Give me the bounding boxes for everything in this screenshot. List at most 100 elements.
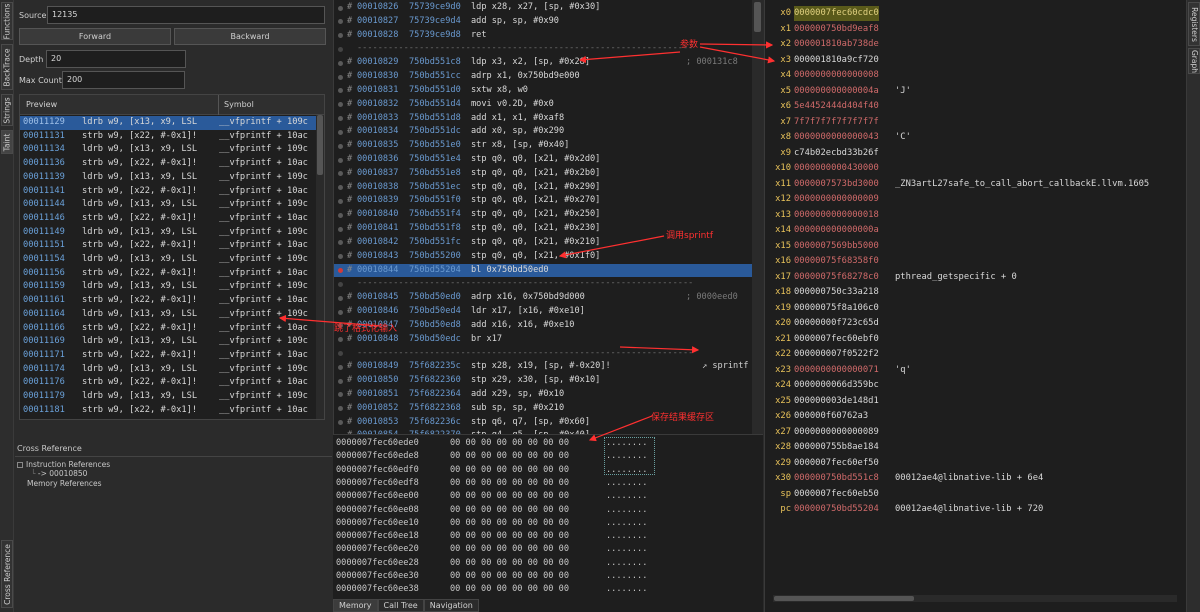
- disasm-row[interactable]: #00010838 750bd551ec stp q0, q0, [x21, #0x…: [334, 181, 752, 195]
- register-row-x0[interactable]: x0 0000007fec60cdc0: [765, 6, 1185, 21]
- register-row-x26[interactable]: x26 000000f60762a3: [765, 409, 1185, 424]
- register-row-x6[interactable]: x6 5e4452444d404f40: [765, 99, 1185, 114]
- disasm-row[interactable]: #00010830 750bd551cc adrp x1, 0x750bd9e000: [334, 70, 752, 84]
- breakpoint-dot-icon[interactable]: [338, 420, 343, 426]
- tab-registers[interactable]: Registers: [1188, 2, 1200, 46]
- breakpoint-dot-icon[interactable]: [338, 157, 343, 163]
- register-row-x15[interactable]: x15 0000007569bb5000: [765, 239, 1185, 254]
- register-row-x1[interactable]: x1 000000750bd9eaf8: [765, 22, 1185, 37]
- column-symbol[interactable]: Symbol: [224, 100, 254, 109]
- breakpoint-dot-icon[interactable]: [338, 295, 343, 301]
- breakpoint-dot-icon[interactable]: [338, 74, 343, 80]
- breakpoint-dot-icon[interactable]: [338, 102, 343, 108]
- register-value[interactable]: 00000075f68358f0: [794, 254, 879, 269]
- breakpoint-dot-icon[interactable]: [338, 143, 343, 149]
- memory-row[interactable]: 0000007fec60edf0 00 00 00 00 00 00 00 00.…: [336, 464, 756, 476]
- tab-cross-reference[interactable]: Cross Reference: [1, 540, 13, 608]
- disasm-row[interactable]: #00010849 75f682235c stp x28, x19, [sp, #-…: [334, 360, 752, 374]
- max-count-input[interactable]: 200: [62, 71, 185, 89]
- register-value[interactable]: 0000000066d359bc: [794, 378, 879, 393]
- trace-row[interactable]: 00011149 ldrb w9, [x13, x9, LSL __vfprintf…: [20, 226, 324, 240]
- trace-row[interactable]: 00011141 strb w9, [x22, #-0x1]! __vfprintf…: [20, 185, 324, 199]
- register-row-x28[interactable]: x28 000000755b8ae184: [765, 440, 1185, 455]
- register-value[interactable]: 0000007fec60ef50: [794, 456, 879, 471]
- trace-row[interactable]: 00011154 ldrb w9, [x13, x9, LSL __vfprintf…: [20, 253, 324, 267]
- register-row-x22[interactable]: x22 000000007f0522f2: [765, 347, 1185, 362]
- register-value[interactable]: 0000007fec60ebf0: [794, 332, 879, 347]
- disassembly-scroll-thumb[interactable]: [754, 2, 761, 32]
- register-row-sp[interactable]: sp 0000007fec60eb50: [765, 487, 1185, 502]
- forward-button[interactable]: Forward: [19, 28, 171, 45]
- register-value[interactable]: 0000007573bd3000: [794, 177, 879, 192]
- breakpoint-dot-icon[interactable]: [338, 88, 343, 94]
- register-value[interactable]: 000000007f0522f2: [794, 347, 879, 362]
- breakpoint-dot-icon[interactable]: [338, 268, 343, 274]
- disasm-row[interactable]: #00010829 750bd551c8 ldp x3, x2, [sp, #0x2…: [334, 56, 752, 70]
- breakpoint-dot-icon[interactable]: [338, 406, 343, 412]
- register-row-x17[interactable]: x17 00000075f68278c0 pthread_getspecific +…: [765, 270, 1185, 285]
- register-value[interactable]: 0000000000000089: [794, 425, 879, 440]
- register-value[interactable]: 0000000000000071: [794, 363, 879, 378]
- memory-row[interactable]: 0000007fec60ee28 00 00 00 00 00 00 00 00.…: [336, 557, 756, 569]
- backward-button[interactable]: Backward: [174, 28, 326, 45]
- tab-call-tree[interactable]: Call Tree: [377, 599, 424, 612]
- trace-row[interactable]: 00011164 ldrb w9, [x13, x9, LSL __vfprintf…: [20, 308, 324, 322]
- breakpoint-dot-icon[interactable]: [338, 19, 343, 25]
- disasm-row[interactable]: #00010836 750bd551e4 stp q0, q0, [x21, #0x…: [334, 153, 752, 167]
- collapse-box-icon[interactable]: [17, 462, 23, 468]
- trace-row[interactable]: 00011159 ldrb w9, [x13, x9, LSL __vfprintf…: [20, 280, 324, 294]
- source-input[interactable]: 12135: [47, 6, 325, 24]
- register-row-x7[interactable]: x7 7f7f7f7f7f7f7f7f: [765, 115, 1185, 130]
- register-value[interactable]: 0000007fec60cdc0: [794, 6, 879, 21]
- disasm-row[interactable]: #00010831 750bd551d0 sxtw x8, w0: [334, 84, 752, 98]
- depth-input[interactable]: 20: [46, 50, 186, 68]
- breakpoint-dot-icon[interactable]: [338, 129, 343, 135]
- trace-row[interactable]: 00011174 ldrb w9, [x13, x9, LSL __vfprintf…: [20, 363, 324, 377]
- register-row-x29[interactable]: x29 0000007fec60ef50: [765, 456, 1185, 471]
- disasm-row[interactable]: #00010846 750bd50ed4 ldr x17, [x16, #0xe10…: [334, 305, 752, 319]
- disasm-row[interactable]: #00010844 750bd55204 bl 0x750bd50ed0: [334, 263, 752, 278]
- registers-h-scroll-thumb[interactable]: [774, 596, 914, 601]
- disassembly-view[interactable]: #00010826 75739ce9d0 ldp x28, x27, [sp, #0…: [333, 0, 763, 434]
- trace-row[interactable]: 00011144 ldrb w9, [x13, x9, LSL __vfprintf…: [20, 198, 324, 212]
- register-row-x4[interactable]: x4 0000000000000008: [765, 68, 1185, 83]
- register-value[interactable]: 0000007569bb5000: [794, 239, 879, 254]
- register-value[interactable]: 000000750c33a218: [794, 285, 879, 300]
- breakpoint-dot-icon[interactable]: [338, 364, 343, 370]
- memory-row[interactable]: 0000007fec60ede8 00 00 00 00 00 00 00 00.…: [336, 450, 756, 462]
- register-value[interactable]: 7f7f7f7f7f7f7f7f: [794, 115, 879, 130]
- register-value[interactable]: 0000000000000043: [794, 130, 879, 145]
- trace-row[interactable]: 00011131 strb w9, [x22, #-0x1]! __vfprintf…: [20, 130, 324, 144]
- trace-row[interactable]: 00011179 ldrb w9, [x13, x9, LSL __vfprintf…: [20, 390, 324, 404]
- trace-row[interactable]: 00011151 strb w9, [x22, #-0x1]! __vfprintf…: [20, 239, 324, 253]
- memory-view[interactable]: 0000007fec60ede0 00 00 00 00 00 00 00 00.…: [333, 434, 763, 612]
- register-row-x5[interactable]: x5 000000000000004a 'J': [765, 84, 1185, 99]
- registers-h-scrollbar[interactable]: [773, 595, 1177, 602]
- breakpoint-dot-icon[interactable]: [338, 212, 343, 218]
- register-row-x11[interactable]: x11 0000007573bd3000 _ZN3artL27safe_to_cal…: [765, 177, 1185, 192]
- breakpoint-dot-icon[interactable]: [338, 309, 343, 315]
- register-value[interactable]: 000000750bd55204: [794, 502, 879, 517]
- trace-row[interactable]: 00011134 ldrb w9, [x13, x9, LSL __vfprintf…: [20, 143, 324, 157]
- breakpoint-dot-icon[interactable]: [338, 5, 343, 11]
- register-value[interactable]: 000001810a9cf720: [794, 53, 879, 68]
- register-row-x8[interactable]: x8 0000000000000043 'C': [765, 130, 1185, 145]
- register-row-x13[interactable]: x13 0000000000000018: [765, 208, 1185, 223]
- breakpoint-dot-icon[interactable]: [338, 254, 343, 260]
- breakpoint-dot-icon[interactable]: [338, 60, 343, 66]
- register-value[interactable]: 000000000000004a: [794, 84, 879, 99]
- trace-row[interactable]: 00011161 strb w9, [x22, #-0x1]! __vfprintf…: [20, 294, 324, 308]
- disasm-row[interactable]: #00010837 750bd551e8 stp q0, q0, [x21, #0x…: [334, 167, 752, 181]
- register-value[interactable]: 5e4452444d404f40: [794, 99, 879, 114]
- instruction-references-node[interactable]: Instruction References: [17, 460, 110, 469]
- register-row-x25[interactable]: x25 000000003de148d1: [765, 394, 1185, 409]
- register-value[interactable]: 000000750bd9eaf8: [794, 22, 879, 37]
- register-value[interactable]: 00000075f8a106c0: [794, 301, 879, 316]
- breakpoint-dot-icon[interactable]: [338, 33, 343, 39]
- disasm-row[interactable]: #00010840 750bd551f4 stp q0, q0, [x21, #0x…: [334, 208, 752, 222]
- disasm-row[interactable]: #00010839 750bd551f0 stp q0, q0, [x21, #0x…: [334, 194, 752, 208]
- breakpoint-dot-icon[interactable]: [338, 185, 343, 191]
- memory-row[interactable]: 0000007fec60ee08 00 00 00 00 00 00 00 00.…: [336, 504, 756, 516]
- register-value[interactable]: 000000000000000a: [794, 223, 879, 238]
- disasm-separator[interactable]: ----------------------------------------…: [334, 347, 752, 361]
